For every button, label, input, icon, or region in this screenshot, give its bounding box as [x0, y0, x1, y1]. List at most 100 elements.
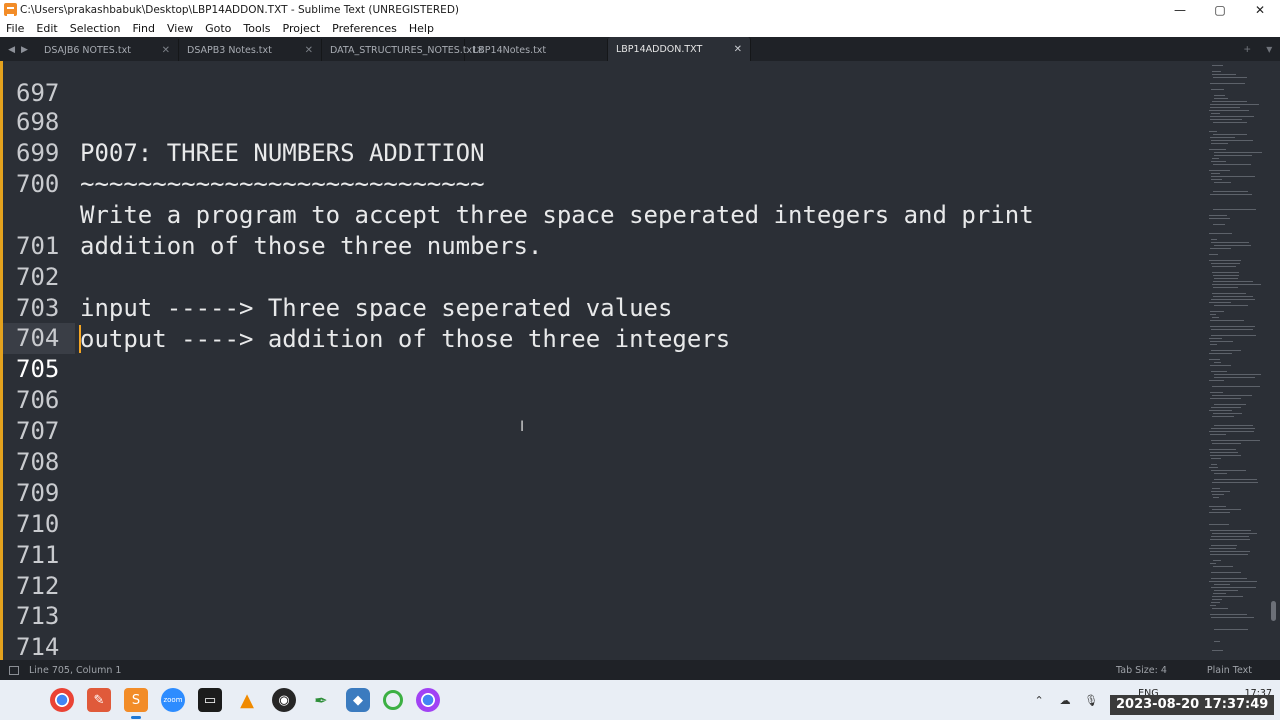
chevron-up-icon[interactable]: ⌃: [1030, 694, 1048, 707]
tab-lbp14notes[interactable]: LBP14Notes.txt: [465, 39, 608, 61]
minimap-line: [1209, 431, 1254, 432]
minimap-line: [1210, 344, 1217, 345]
close-button[interactable]: ✕: [1240, 3, 1280, 17]
circle-app-icon[interactable]: [383, 690, 403, 710]
paint-icon[interactable]: ✎: [87, 688, 111, 712]
menu-help[interactable]: Help: [403, 22, 440, 35]
menu-find[interactable]: Find: [126, 22, 161, 35]
minimap-line: [1209, 215, 1227, 216]
minimize-button[interactable]: —: [1160, 3, 1200, 17]
editor-line[interactable]: 698 P007: THREE NUMBERS ADDITION: [0, 76, 1205, 167]
tab-close-icon[interactable]: ✕: [305, 45, 313, 56]
minimap-line: [1210, 119, 1242, 120]
minimap-line: [1209, 233, 1232, 234]
menu-view[interactable]: View: [161, 22, 199, 35]
editor-line-wrapped[interactable]: addition of those three numbers.: [0, 169, 1205, 260]
editor-line[interactable]: 715: [0, 632, 1205, 660]
minimap-line: [1213, 164, 1251, 165]
ibeam-cursor-icon: I: [520, 419, 525, 435]
tab-dsajb6-notes[interactable]: DSAJB6 NOTES.txt ✕: [36, 39, 179, 61]
minimap-line: [1212, 386, 1260, 387]
minimap-line: [1214, 152, 1262, 153]
editor-line[interactable]: 708: [0, 416, 1205, 476]
minimap-line: [1214, 641, 1220, 642]
obs-icon[interactable]: ◉: [272, 688, 296, 712]
editor-line[interactable]: 707: [0, 385, 1205, 445]
minimap-line: [1211, 161, 1226, 162]
zoom-icon[interactable]: zoom: [161, 688, 185, 712]
chrome-profile-icon[interactable]: [416, 688, 440, 712]
minimap-line: [1212, 509, 1241, 510]
vlc-icon[interactable]: ▲: [235, 688, 259, 712]
tab-size-selector[interactable]: Tab Size: 4: [1116, 665, 1167, 676]
tab-scroll-right-icon[interactable]: ▶: [21, 44, 28, 55]
minimap-line: [1211, 617, 1254, 618]
panel-toggle-icon[interactable]: [9, 665, 19, 675]
sublime-text-icon[interactable]: S: [124, 688, 148, 719]
editor-line[interactable]: 711: [0, 509, 1205, 569]
editor-line[interactable]: 704: [0, 292, 1205, 352]
pen-icon[interactable]: ✒: [309, 688, 333, 712]
minimap-line: [1210, 137, 1235, 138]
minimap-line: [1211, 140, 1253, 141]
minimap-line: [1212, 272, 1239, 273]
tab-scroll-left-icon[interactable]: ◀: [8, 44, 15, 55]
minimap[interactable]: [1205, 61, 1267, 660]
tab-close-icon[interactable]: ✕: [734, 44, 742, 55]
editor-line[interactable]: 713: [0, 570, 1205, 630]
tab-list-chevron-icon[interactable]: ▾: [1266, 42, 1272, 56]
editor-line[interactable]: 706: [0, 354, 1205, 414]
menu-selection[interactable]: Selection: [64, 22, 127, 35]
sublime-text-icon: [4, 3, 17, 16]
scrollbar-thumb[interactable]: [1271, 601, 1276, 621]
editor-line[interactable]: 714: [0, 601, 1205, 660]
minimap-line: [1210, 320, 1244, 321]
editor-line[interactable]: 709: [0, 447, 1205, 507]
editor-line[interactable]: 712: [0, 540, 1205, 600]
minimap-line: [1209, 359, 1220, 360]
menu-edit[interactable]: Edit: [30, 22, 63, 35]
new-tab-plus-icon[interactable]: +: [1244, 42, 1251, 56]
editor-line[interactable]: 701: [0, 200, 1205, 260]
minimap-line: [1213, 281, 1253, 282]
editor-line[interactable]: 702 input -----> Three space seperated v…: [0, 231, 1205, 322]
minimap-line: [1212, 284, 1261, 285]
python-icon[interactable]: ◆: [346, 688, 370, 712]
menu-goto[interactable]: Goto: [199, 22, 237, 35]
minimap-line: [1210, 83, 1245, 84]
minimap-line: [1211, 335, 1256, 336]
tab-label: LBP14ADDON.TXT: [616, 43, 703, 55]
minimap-line: [1210, 614, 1247, 615]
terminal-icon[interactable]: ▭: [198, 688, 222, 712]
menu-file[interactable]: File: [0, 22, 30, 35]
editor-line[interactable]: 710: [0, 478, 1205, 538]
minimap-line: [1212, 74, 1236, 75]
microphone-icon[interactable]: 🎙: [1082, 694, 1100, 707]
windows-start-icon[interactable]: [15, 689, 37, 711]
menu-project[interactable]: Project: [277, 22, 327, 35]
minimap-line: [1209, 260, 1241, 261]
editor-line[interactable]: 700 Write a program to accept three spac…: [0, 138, 1205, 229]
tab-lbp14addon[interactable]: LBP14ADDON.TXT ✕: [608, 37, 751, 61]
maximize-button[interactable]: ▢: [1200, 3, 1240, 17]
menu-tools[interactable]: Tools: [237, 22, 276, 35]
cloud-icon[interactable]: ☁: [1056, 694, 1074, 707]
editor-line[interactable]: 703 output ----> addition of those three…: [0, 262, 1205, 353]
minimap-line: [1211, 602, 1220, 603]
minimap-line: [1211, 350, 1241, 351]
tab-close-icon[interactable]: ✕: [162, 45, 170, 56]
minimap-line: [1213, 287, 1238, 288]
minimap-line: [1211, 578, 1247, 579]
tab-bar: ◀ ▶ DSAJB6 NOTES.txt ✕ DSAPB3 Notes.txt …: [0, 37, 1280, 61]
minimap-line: [1212, 488, 1220, 489]
menu-preferences[interactable]: Preferences: [326, 22, 403, 35]
editor-area[interactable]: 697 698 P007: THREE NUMBERS ADDITION 699…: [0, 61, 1280, 660]
vertical-scrollbar[interactable]: [1268, 61, 1280, 660]
status-bar: Line 705, Column 1 Tab Size: 4 Plain Tex…: [0, 660, 1280, 680]
editor-line-current[interactable]: 705: [0, 323, 1205, 383]
syntax-selector[interactable]: Plain Text: [1207, 665, 1252, 676]
editor-line[interactable]: 699 ~~~~~~~~~~~~~~~~~~~~~~~~~~~~: [0, 107, 1205, 198]
tab-dsapb3-notes[interactable]: DSAPB3 Notes.txt ✕: [179, 39, 322, 61]
tab-data-structures-notes[interactable]: DATA_STRUCTURES_NOTES.txt ✕: [322, 39, 484, 61]
chrome-icon[interactable]: [50, 688, 74, 712]
